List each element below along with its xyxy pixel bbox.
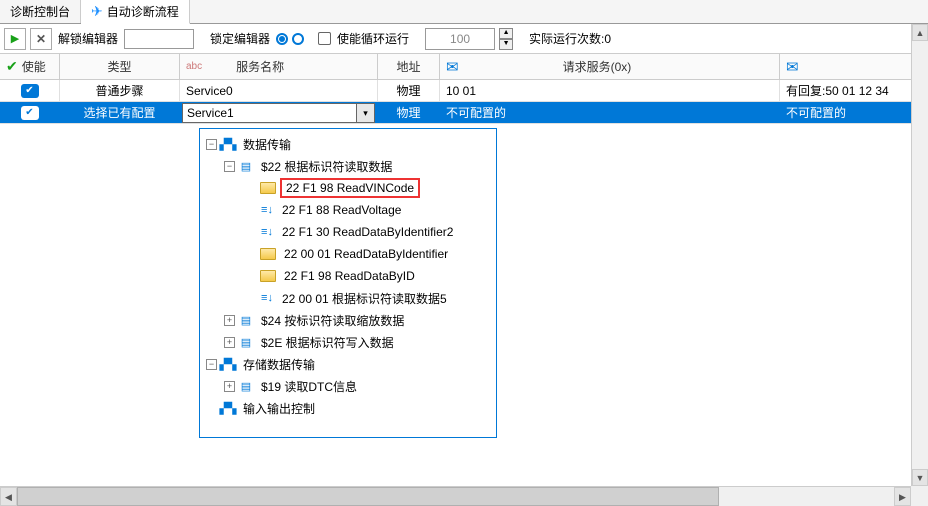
- collapse-icon[interactable]: −: [206, 359, 217, 370]
- envelope-icon: ✉: [786, 58, 799, 76]
- row-enable-check[interactable]: ✔: [21, 84, 39, 98]
- editor-field[interactable]: [124, 29, 194, 49]
- tree-node[interactable]: −▞▚存储数据传输: [206, 353, 496, 375]
- scroll-left-icon[interactable]: ◀: [0, 487, 17, 506]
- lock-radio-off[interactable]: [292, 33, 304, 45]
- horizontal-scrollbar[interactable]: ◀ ▶: [0, 486, 911, 506]
- col-req-label: 请求服务(0x): [563, 58, 632, 75]
- lock-editor-label: 锁定编辑器: [208, 30, 272, 47]
- expand-icon[interactable]: +: [224, 337, 235, 348]
- row-addr: 物理: [396, 104, 420, 121]
- arrow-icon: ≡↓: [260, 204, 274, 216]
- row-req: 10 01: [446, 84, 476, 98]
- folder-icon: ▤: [239, 314, 253, 326]
- tree-node[interactable]: +▤$19 读取DTC信息: [206, 375, 496, 397]
- service-combo[interactable]: ▾: [182, 103, 375, 123]
- tab-console[interactable]: 诊断控制台: [0, 0, 81, 23]
- col-addr-label: 地址: [396, 58, 420, 75]
- collapse-icon[interactable]: −: [206, 139, 217, 150]
- tree-node[interactable]: +▤$24 按标识符读取缩放数据: [206, 309, 496, 331]
- abc-icon: abc: [186, 61, 202, 72]
- grid-row[interactable]: ✔ 普通步骤 Service0 物理 10 01 有回复:50 01 12 34: [0, 80, 928, 102]
- row-type: 选择已有配置: [83, 104, 155, 121]
- run-button[interactable]: ▶: [4, 28, 26, 50]
- expand-icon[interactable]: +: [224, 381, 235, 392]
- row-enable-check[interactable]: ✔: [21, 106, 39, 120]
- tree-node[interactable]: 22 F1 98 ReadDataByID: [206, 265, 496, 287]
- toolbar: ▶ ✕ 解锁编辑器 锁定编辑器 使能循环运行 ▲▼ 实际运行次数:0: [0, 24, 928, 54]
- tree-node[interactable]: ▞▚输入输出控制: [206, 397, 496, 419]
- scroll-right-icon[interactable]: ▶: [894, 487, 911, 506]
- arrow-icon: ≡↓: [260, 226, 274, 238]
- unlock-editor-label: 解锁编辑器: [56, 30, 120, 47]
- loop-count-spinner[interactable]: ▲▼: [499, 28, 513, 50]
- arrow-icon: ≡↓: [260, 292, 274, 304]
- item-icon: [260, 248, 276, 260]
- row-service: Service0: [186, 84, 233, 98]
- tree-node[interactable]: ≡↓22 00 01 根据标识符读取数据5: [206, 287, 496, 309]
- folder-icon: ▤: [239, 380, 253, 392]
- item-icon: [260, 270, 276, 282]
- collapse-icon[interactable]: −: [224, 161, 235, 172]
- check-icon: ✔: [6, 58, 18, 75]
- row-req: 不可配置的: [446, 104, 506, 121]
- loop-label: 使能循环运行: [335, 30, 411, 47]
- group-icon: ▞▚: [221, 138, 235, 150]
- tree-node[interactable]: ≡↓22 F1 30 ReadDataByIdentifier2: [206, 221, 496, 243]
- tree-node[interactable]: ≡↓22 F1 88 ReadVoltage: [206, 199, 496, 221]
- scroll-up-icon[interactable]: ▲: [912, 24, 928, 41]
- row-resp: 有回复:50 01 12 34: [786, 82, 889, 99]
- stop-button[interactable]: ✕: [30, 28, 52, 50]
- play-icon: ▶: [11, 32, 19, 45]
- tree-node-readvincode[interactable]: 22 F1 98 ReadVINCode: [206, 177, 496, 199]
- group-icon: ▞▚: [221, 402, 235, 414]
- vertical-scrollbar[interactable]: ▲ ▼: [911, 24, 928, 486]
- service-combo-input[interactable]: [183, 104, 356, 122]
- tree-node[interactable]: −▤$22 根据标识符读取数据: [206, 155, 496, 177]
- send-icon: ✈: [91, 3, 103, 20]
- folder-icon: ▤: [239, 336, 253, 348]
- tab-bar: 诊断控制台 ✈自动诊断流程: [0, 0, 928, 24]
- lock-radio-on[interactable]: [276, 33, 288, 45]
- row-addr: 物理: [396, 82, 420, 99]
- grid-header: ✔使能 类型 abc 服务名称 地址 ✉ 请求服务(0x) ✉: [0, 54, 928, 80]
- col-type-label: 类型: [107, 58, 131, 75]
- row-type: 普通步骤: [95, 82, 143, 99]
- tab-auto-flow[interactable]: ✈自动诊断流程: [81, 0, 190, 24]
- expand-icon[interactable]: +: [224, 315, 235, 326]
- tree-node[interactable]: +▤$2E 根据标识符写入数据: [206, 331, 496, 353]
- scroll-down-icon[interactable]: ▼: [912, 469, 928, 486]
- scroll-corner: [911, 486, 928, 506]
- service-tree-popup: −▞▚数据传输 −▤$22 根据标识符读取数据 22 F1 98 ReadVIN…: [199, 128, 497, 438]
- row-resp: 不可配置的: [786, 104, 846, 121]
- tree-node[interactable]: −▞▚数据传输: [206, 133, 496, 155]
- actual-run-label: 实际运行次数:0: [527, 30, 613, 47]
- envelope-icon: ✉: [446, 58, 459, 76]
- grid-row-selected[interactable]: ✔ 选择已有配置 ▾ 物理 不可配置的 不可配置的: [0, 102, 928, 124]
- chevron-down-icon[interactable]: ▾: [356, 104, 374, 122]
- tree-node[interactable]: 22 00 01 ReadDataByIdentifier: [206, 243, 496, 265]
- item-icon: [260, 182, 276, 194]
- loop-checkbox[interactable]: [318, 32, 331, 45]
- col-enable-label: 使能: [22, 58, 46, 75]
- group-icon: ▞▚: [221, 358, 235, 370]
- x-icon: ✕: [36, 32, 46, 46]
- loop-count-input[interactable]: [425, 28, 495, 50]
- col-service-label: 服务名称: [236, 58, 284, 75]
- folder-icon: ▤: [239, 160, 253, 172]
- scroll-thumb[interactable]: [17, 487, 719, 506]
